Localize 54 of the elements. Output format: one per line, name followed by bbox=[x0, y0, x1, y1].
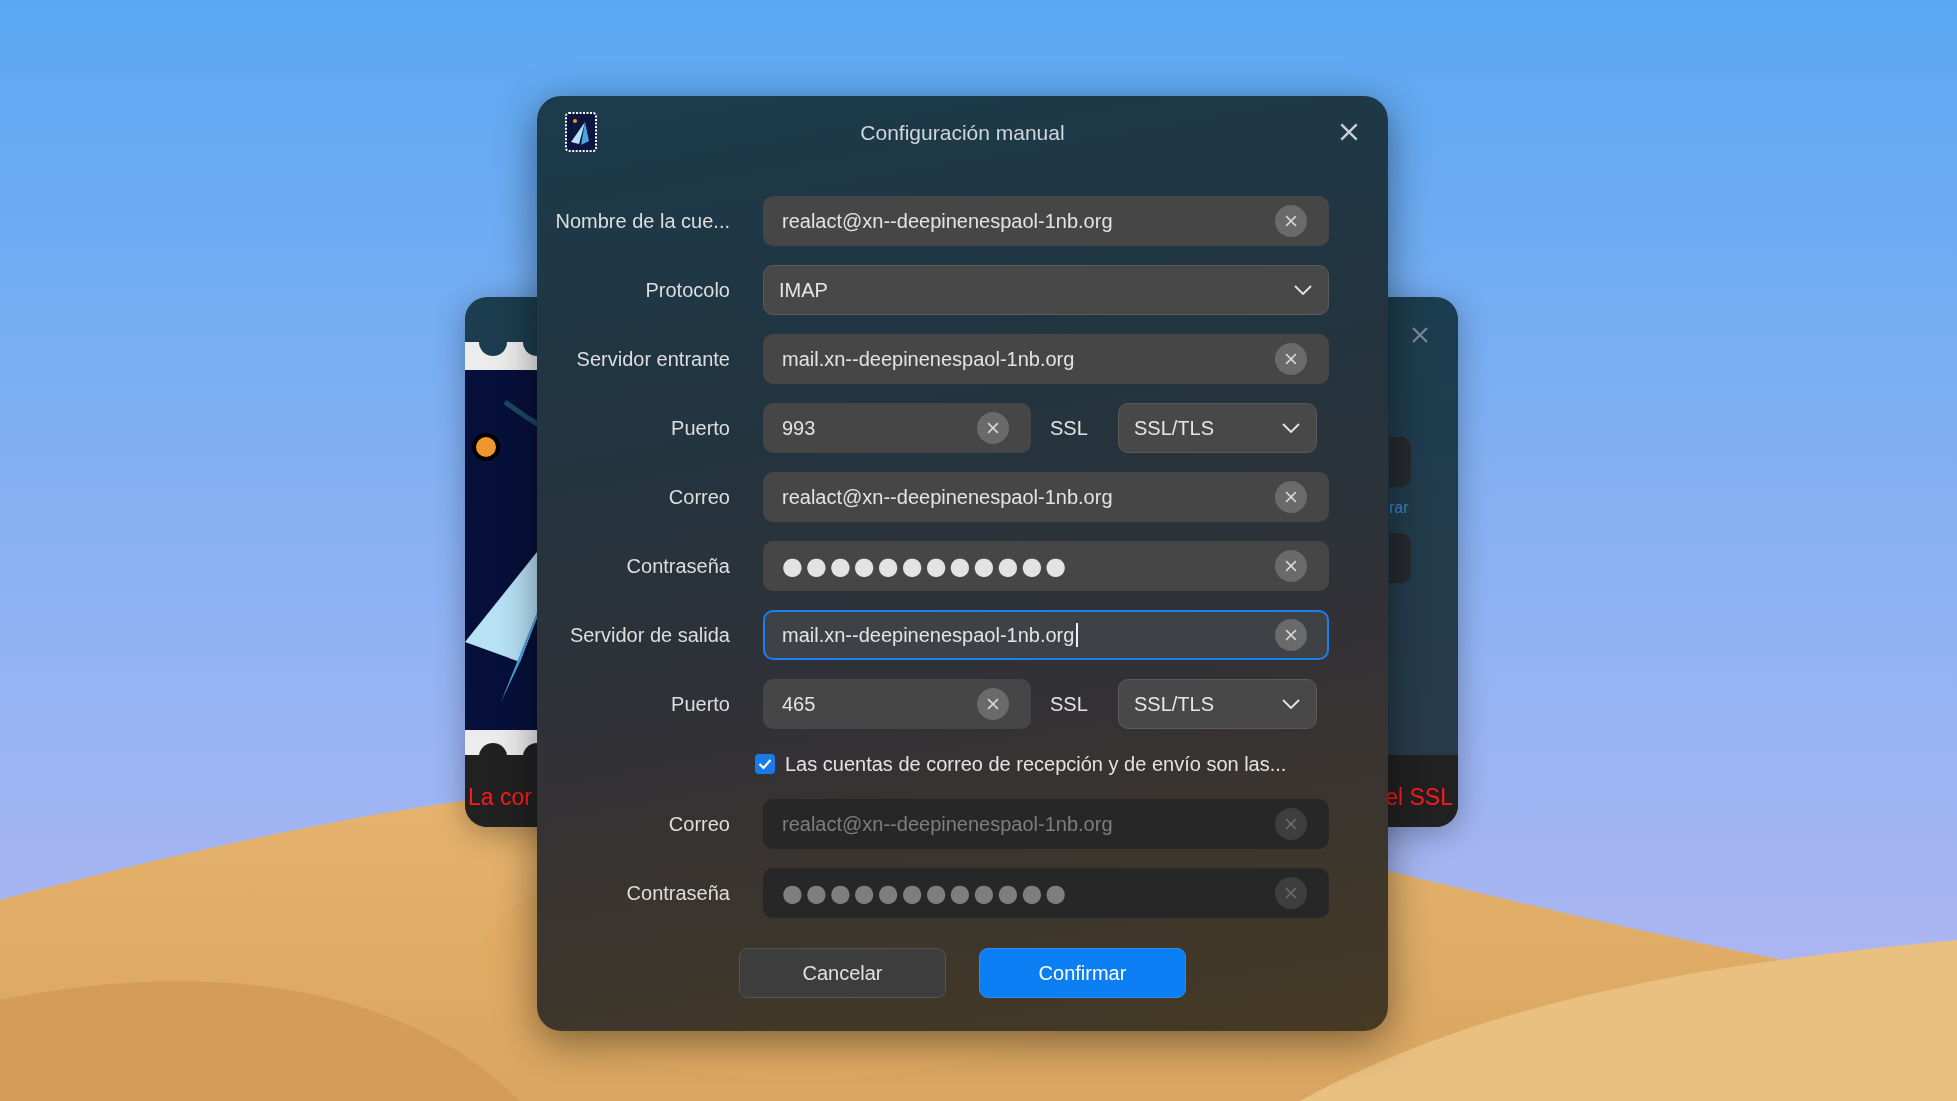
field-label: SSL bbox=[1049, 416, 1089, 440]
clear-button[interactable] bbox=[1275, 205, 1307, 237]
close-button[interactable] bbox=[1338, 121, 1360, 143]
close-button[interactable] bbox=[1410, 325, 1430, 345]
clear-icon bbox=[1284, 214, 1298, 228]
dropdown[interactable]: IMAP bbox=[763, 265, 1329, 315]
dropdown[interactable]: SSL/TLS bbox=[1118, 679, 1317, 729]
dropdown[interactable]: SSL/TLS bbox=[1118, 403, 1317, 453]
input-field[interactable]: mail.xn--deepinenespaol-1nb.org bbox=[763, 334, 1329, 384]
clear-icon bbox=[1284, 817, 1298, 831]
checkbox-label[interactable]: Las cuentas de correo de recepción y de envío son las... bbox=[785, 752, 1287, 776]
field-label: Servidor de salida bbox=[568, 623, 730, 647]
stamp-icon bbox=[565, 112, 597, 152]
field-label: Protocolo bbox=[644, 278, 730, 302]
error-message: La cor bbox=[468, 784, 532, 811]
clear-button[interactable] bbox=[1275, 481, 1307, 513]
clear-icon bbox=[1284, 886, 1298, 900]
close-icon bbox=[1338, 121, 1360, 143]
text-cursor bbox=[1076, 623, 1079, 647]
input-field[interactable]: 993 bbox=[763, 403, 1031, 453]
clear-icon bbox=[1284, 559, 1298, 573]
field-label: Nombre de la cue... bbox=[554, 209, 730, 233]
chevron-down-icon bbox=[1282, 699, 1300, 709]
input-field[interactable]: 465 bbox=[763, 679, 1031, 729]
input-field[interactable]: ●●●●●●●●●●●● bbox=[763, 541, 1329, 591]
input-field[interactable]: realact@xn--deepinenespaol-1nb.org bbox=[763, 196, 1329, 246]
clear-button[interactable] bbox=[1275, 343, 1307, 375]
clear-button[interactable] bbox=[977, 412, 1009, 444]
field-label: SSL bbox=[1049, 692, 1089, 716]
cancel-button[interactable]: Cancelar bbox=[739, 948, 946, 998]
clear-icon bbox=[986, 697, 1000, 711]
close-icon bbox=[1410, 325, 1430, 345]
field-label: Contraseña bbox=[625, 554, 730, 578]
field-label: Correo bbox=[667, 812, 730, 836]
clear-button[interactable] bbox=[1275, 550, 1307, 582]
field-label: Contraseña bbox=[625, 881, 730, 905]
input-field[interactable]: realact@xn--deepinenespaol-1nb.org bbox=[763, 472, 1329, 522]
confirm-button[interactable]: Confirmar bbox=[979, 948, 1186, 998]
input-field[interactable]: mail.xn--deepinenespaol-1nb.org bbox=[763, 610, 1329, 660]
checkbox[interactable] bbox=[755, 754, 775, 774]
clear-button[interactable] bbox=[1275, 619, 1307, 651]
field-label: Puerto bbox=[670, 692, 730, 716]
checkmark-icon bbox=[758, 758, 772, 770]
field-label: Correo bbox=[667, 485, 730, 509]
clear-button[interactable] bbox=[977, 688, 1009, 720]
dialog-title: Configuración manual bbox=[860, 121, 1065, 145]
clear-icon bbox=[986, 421, 1000, 435]
chevron-down-icon bbox=[1294, 285, 1312, 295]
field-label: Puerto bbox=[670, 416, 730, 440]
chevron-down-icon bbox=[1282, 423, 1300, 433]
clear-icon bbox=[1284, 352, 1298, 366]
clear-icon bbox=[1284, 628, 1298, 642]
field-label: Servidor entrante bbox=[575, 347, 730, 371]
clear-icon bbox=[1284, 490, 1298, 504]
